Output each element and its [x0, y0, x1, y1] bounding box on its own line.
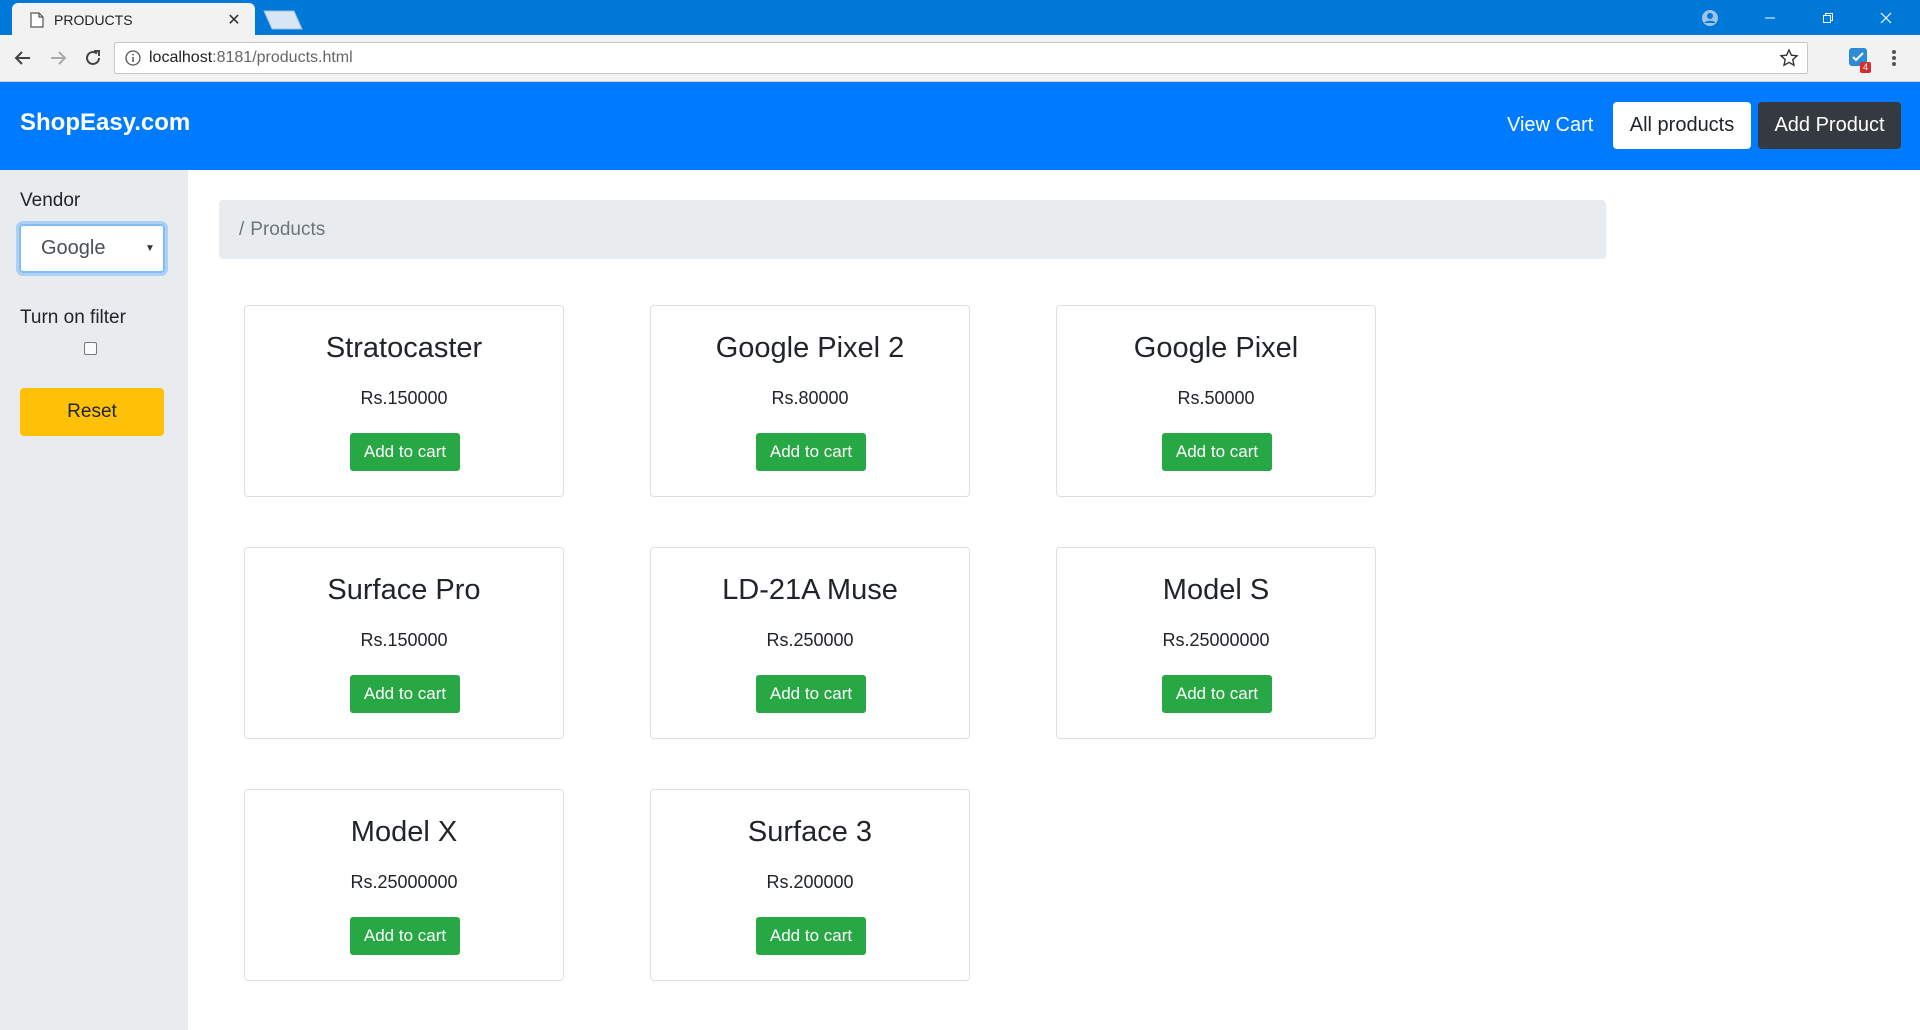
breadcrumb-separator: /	[239, 218, 245, 240]
vendor-select-value: Google	[41, 237, 106, 259]
sidebar: Vendor Google ▼ Turn on filter Reset	[0, 170, 188, 1030]
product-name: Surface 3	[747, 816, 873, 848]
product-price: Rs.25000000	[1162, 630, 1270, 650]
filter-label: Turn on filter	[20, 307, 126, 328]
add-to-cart-button[interactable]: Add to cart	[1162, 675, 1272, 713]
vendor-select[interactable]: Google ▼	[19, 224, 165, 273]
product-price: Rs.150000	[360, 630, 448, 650]
add-to-cart-button[interactable]: Add to cart	[756, 675, 866, 713]
product-name: Surface Pro	[327, 574, 481, 606]
product-card: Stratocaster Rs.150000 Add to cart	[244, 305, 564, 497]
add-to-cart-button[interactable]: Add to cart	[756, 433, 866, 471]
add-to-cart-button[interactable]: Add to cart	[1162, 433, 1272, 471]
product-price: Rs.200000	[766, 872, 854, 892]
add-to-cart-button[interactable]: Add to cart	[350, 917, 460, 955]
reset-button[interactable]: Reset	[20, 388, 164, 436]
info-icon[interactable]	[125, 50, 141, 66]
product-name: Google Pixel	[1133, 332, 1299, 364]
back-arrow-icon[interactable]	[8, 43, 38, 73]
product-card: Surface Pro Rs.150000 Add to cart	[244, 547, 564, 739]
product-name: Google Pixel 2	[715, 332, 905, 364]
close-window-icon[interactable]	[1863, 0, 1909, 35]
product-name: Model S	[1162, 574, 1270, 606]
restore-icon[interactable]	[1805, 0, 1851, 35]
dropdown-caret-icon: ▼	[145, 243, 155, 254]
bookmark-star-icon[interactable]	[1779, 48, 1799, 68]
extension-badge: 4	[1860, 62, 1872, 73]
tab-title: PRODUCTS	[54, 11, 133, 28]
breadcrumb-current: Products	[250, 218, 326, 240]
filter-checkbox[interactable]	[84, 342, 97, 355]
product-card: Google Pixel Rs.50000 Add to cart	[1056, 305, 1376, 497]
url-host: localhost	[149, 49, 213, 66]
browser-toolbar: localhost:8181/products.html 4	[0, 35, 1920, 82]
product-card: Model S Rs.25000000 Add to cart	[1056, 547, 1376, 739]
add-product-button[interactable]: Add Product	[1758, 102, 1901, 149]
reload-icon[interactable]	[78, 43, 108, 73]
all-products-button[interactable]: All products	[1613, 102, 1751, 149]
breadcrumb: / Products	[219, 200, 1606, 259]
profile-icon[interactable]	[1687, 0, 1733, 35]
add-to-cart-button[interactable]: Add to cart	[350, 675, 460, 713]
document-icon	[30, 11, 44, 28]
product-price: Rs.25000000	[350, 872, 458, 892]
product-card: Google Pixel 2 Rs.80000 Add to cart	[650, 305, 970, 497]
product-name: Model X	[350, 816, 458, 848]
add-to-cart-button[interactable]: Add to cart	[350, 433, 460, 471]
brand-logo[interactable]: ShopEasy.com	[20, 109, 190, 137]
add-to-cart-button[interactable]: Add to cart	[756, 917, 866, 955]
product-card: Model X Rs.25000000 Add to cart	[244, 789, 564, 981]
view-cart-link[interactable]: View Cart	[1507, 114, 1593, 137]
product-price: Rs.50000	[1177, 388, 1255, 408]
product-card: LD-21A Muse Rs.250000 Add to cart	[650, 547, 970, 739]
vendor-label: Vendor	[20, 190, 81, 211]
new-tab-button[interactable]	[262, 10, 304, 30]
product-name: LD-21A Muse	[722, 574, 898, 606]
tab-close-icon[interactable]: ✕	[225, 10, 243, 30]
browser-tab[interactable]: PRODUCTS ✕	[12, 3, 255, 36]
app-navbar: ShopEasy.com View Cart All products Add …	[0, 82, 1920, 170]
product-card: Surface 3 Rs.200000 Add to cart	[650, 789, 970, 981]
product-price: Rs.80000	[771, 388, 849, 408]
product-name: Stratocaster	[325, 332, 483, 364]
browser-titlebar: PRODUCTS ✕	[0, 0, 1920, 36]
address-bar[interactable]: localhost:8181/products.html	[114, 42, 1808, 74]
forward-arrow-icon[interactable]	[43, 43, 73, 73]
url-path: :8181/products.html	[212, 49, 353, 66]
minimize-icon[interactable]	[1747, 0, 1793, 35]
product-price: Rs.250000	[766, 630, 854, 650]
browser-menu-icon[interactable]	[1890, 47, 1898, 69]
product-price: Rs.150000	[360, 388, 448, 408]
